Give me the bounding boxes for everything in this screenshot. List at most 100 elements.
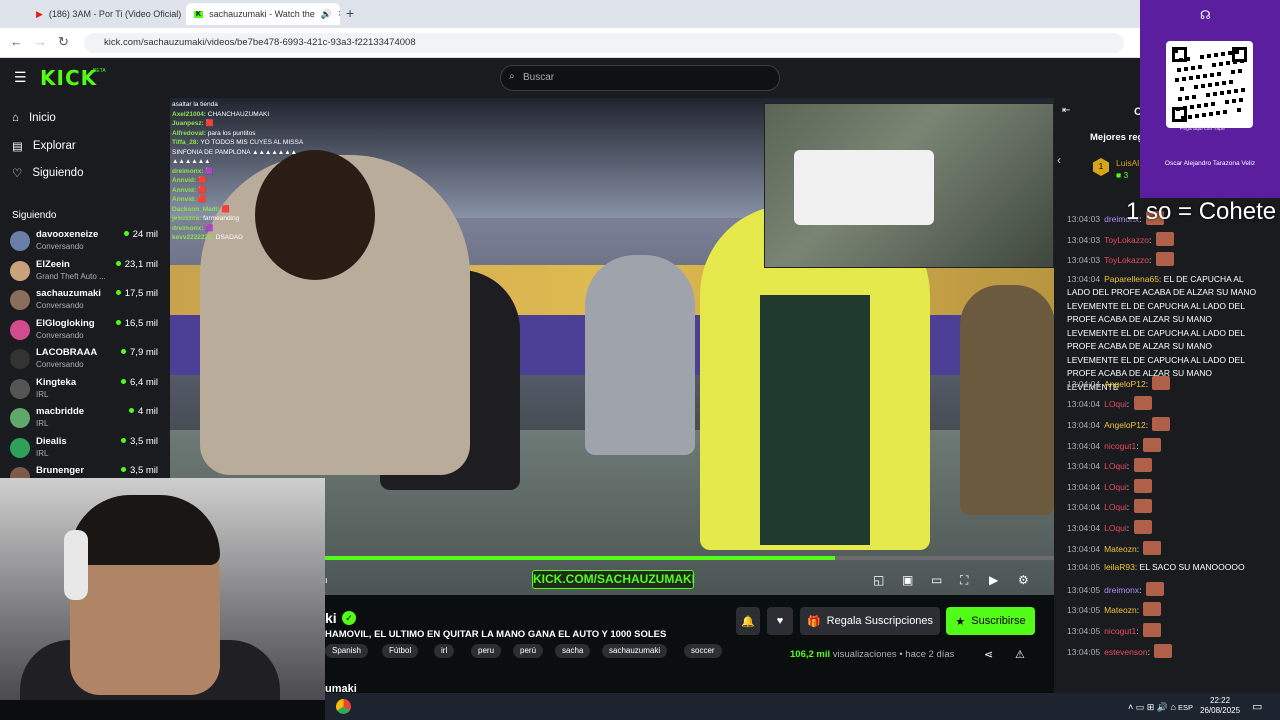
miniplayer-icon[interactable]: ▭ — [931, 573, 942, 587]
new-tab-button[interactable]: + — [346, 5, 354, 21]
chat-message: 13:04:04 LOqui: — [1067, 499, 1257, 515]
chat-username[interactable]: dreimonx — [1104, 585, 1139, 595]
chat-username[interactable]: AngeloP12 — [1104, 379, 1146, 389]
following-channel[interactable]: Kingteka IRL 6,4 mil — [10, 377, 160, 405]
chat-username[interactable]: Mateozn — [1104, 544, 1137, 554]
qr-module — [1225, 100, 1229, 104]
tag-pill[interactable]: sachauzumaki — [602, 644, 668, 658]
chat-username[interactable]: LOqui — [1104, 502, 1127, 512]
collapse-chat-icon[interactable]: ⇤ — [1062, 105, 1070, 116]
video-chat-line: Axel21004: CHANCHAUZUMAKI — [172, 110, 332, 120]
chat-username[interactable]: nicogut1 — [1104, 626, 1136, 636]
tab-youtube[interactable]: ▶ (186) 3AM - Por Ti (Video Oficial) × — [28, 3, 182, 25]
search-input[interactable]: Buscar — [500, 65, 780, 91]
reload-icon[interactable]: ↻ — [58, 34, 69, 50]
chat-username[interactable]: LOqui — [1104, 399, 1127, 409]
clock[interactable]: 22:22 26/08/2025 — [1200, 696, 1240, 716]
video-chat-user: Juanpesz: — [172, 120, 204, 127]
nav-siguiendo[interactable]: ♡ Siguiendo — [12, 166, 83, 180]
close-tab-icon[interactable]: × — [338, 8, 340, 20]
forward-icon[interactable]: → — [34, 34, 47, 49]
chat-username[interactable]: LOqui — [1104, 523, 1127, 533]
chat-timestamp: 13:04:03 — [1067, 214, 1101, 224]
share-icon[interactable]: ⋖ — [984, 648, 993, 661]
audio-icon[interactable]: 🔊 — [321, 9, 332, 20]
kick-logo[interactable]: KICK — [40, 66, 97, 90]
chat-username[interactable]: AngeloP12 — [1104, 420, 1146, 430]
back-icon[interactable]: ← — [10, 34, 23, 49]
url-field[interactable]: kick.com/sachauzumaki/videos/be7be478-69… — [84, 33, 1124, 53]
tag-pill[interactable]: sacha — [555, 644, 591, 658]
gift-icon: 🎁 — [806, 615, 821, 628]
notification-bell-button[interactable]: 🔔 — [736, 607, 760, 635]
chat-username[interactable]: estevenson — [1104, 647, 1147, 657]
following-channel[interactable]: LACOBRAAA Conversando 7,9 mil — [10, 347, 160, 375]
chat-message: 13:04:03 ToyLokazzo: — [1067, 252, 1257, 268]
nav-explorar[interactable]: ▤ Explorar — [12, 139, 76, 153]
qr-module — [1202, 113, 1206, 117]
following-channel[interactable]: davooxeneize Conversando 24 mil — [10, 229, 160, 257]
gift-subs-button[interactable]: 🎁 Regala Suscripciones — [800, 607, 940, 635]
following-channel[interactable]: ElGlogloking Conversando 16,5 mil — [10, 318, 160, 346]
settings-icon[interactable]: ⚙ — [1018, 573, 1029, 587]
qr-module — [1206, 93, 1210, 97]
chevron-left-icon[interactable]: ‹ — [1057, 153, 1061, 167]
chat-timestamp: 13:04:03 — [1067, 234, 1101, 245]
avatar — [10, 378, 30, 399]
following-channel[interactable]: ElZeein Grand Theft Auto ... 23,1 mil — [10, 259, 160, 287]
video-chat-text: para los puntitos — [207, 129, 256, 137]
nav-inicio[interactable]: ⌂ Inicio — [12, 112, 56, 124]
qr-module — [1229, 80, 1233, 84]
chat-timestamp: 13:04:05 — [1067, 562, 1101, 573]
tag-pill[interactable]: irl — [434, 644, 455, 658]
clip-icon[interactable]: ▶ — [989, 573, 998, 587]
qr-module — [1212, 63, 1216, 67]
chat-username[interactable]: LOqui — [1104, 482, 1127, 492]
channel-name[interactable]: ki — [325, 610, 337, 626]
video-chat-line: Annvid: 🟥 — [172, 195, 332, 205]
video-chat-line: Alfredoval: para los puntitos — [172, 129, 332, 139]
system-tray[interactable]: ˄ ▭ ⊞ 🔊 ⌂ — [1128, 702, 1176, 713]
qr-module — [1184, 67, 1188, 71]
chat-username[interactable]: leilaR93 — [1104, 562, 1135, 572]
tag-pill[interactable]: soccer — [684, 644, 722, 658]
pip-icon[interactable]: ◱ — [873, 573, 884, 587]
tag-pill[interactable]: perú — [513, 644, 544, 658]
qr-module — [1228, 51, 1232, 55]
following-channel[interactable]: macbridde IRL 4 mil — [10, 406, 160, 434]
chat-username[interactable]: LOqui — [1104, 461, 1127, 471]
chat-username[interactable]: ToyLokazzo — [1104, 235, 1149, 245]
chat-username[interactable]: Mateozn — [1104, 605, 1137, 615]
following-channel[interactable]: Diealis IRL 3,5 mil — [10, 436, 160, 464]
chat-timestamp: 13:04:05 — [1067, 626, 1101, 636]
top-gifter[interactable]: LuisAl — [1116, 158, 1139, 168]
video-chat-text: farmeanding — [203, 215, 240, 222]
qr-module — [1232, 99, 1236, 103]
notification-icon[interactable]: ▭ — [1252, 700, 1262, 713]
heart-icon: ♥ — [776, 615, 784, 627]
headset — [64, 530, 88, 600]
fullscreen-icon[interactable]: ⛶ — [960, 573, 968, 588]
theater-icon[interactable]: ▣ — [902, 573, 913, 587]
follow-heart-button[interactable]: ♥ — [767, 607, 793, 635]
tab-kick[interactable]: K sachauzumaki - Watch the 🔊 × — [186, 3, 340, 25]
chat-username[interactable]: Paparellena65 — [1104, 274, 1159, 284]
qr-owner-name: Oscar Alejandro Tarazona Veliz — [1164, 160, 1256, 167]
chat-username[interactable]: ToyLokazzo — [1104, 255, 1149, 265]
chat-username[interactable]: nicogut1 — [1104, 441, 1136, 451]
report-icon[interactable]: ⚠ — [1015, 648, 1025, 661]
menu-icon[interactable]: ☰ — [14, 69, 27, 86]
qr-caption: Pega aquí con Yape — [1180, 126, 1225, 132]
language-indicator[interactable]: ESP — [1178, 703, 1193, 712]
person-grey-hoodie — [585, 255, 695, 455]
video-chat-line: dreimonx: 🟪 — [172, 224, 332, 234]
tag-pill[interactable]: peru — [471, 644, 502, 658]
subscribe-button[interactable]: ★ Suscribirse — [946, 607, 1035, 635]
video-chat-user: Dackson_Madi: — [172, 205, 220, 213]
tag-pill[interactable]: Spanish — [325, 644, 368, 658]
following-channel[interactable]: sachauzumaki Conversando 17,5 mil — [10, 288, 160, 316]
qr-module — [1223, 110, 1227, 114]
chrome-taskbar-icon[interactable] — [336, 699, 351, 714]
tag-pill[interactable]: Fútbol — [382, 644, 419, 658]
qr-module — [1174, 49, 1178, 53]
